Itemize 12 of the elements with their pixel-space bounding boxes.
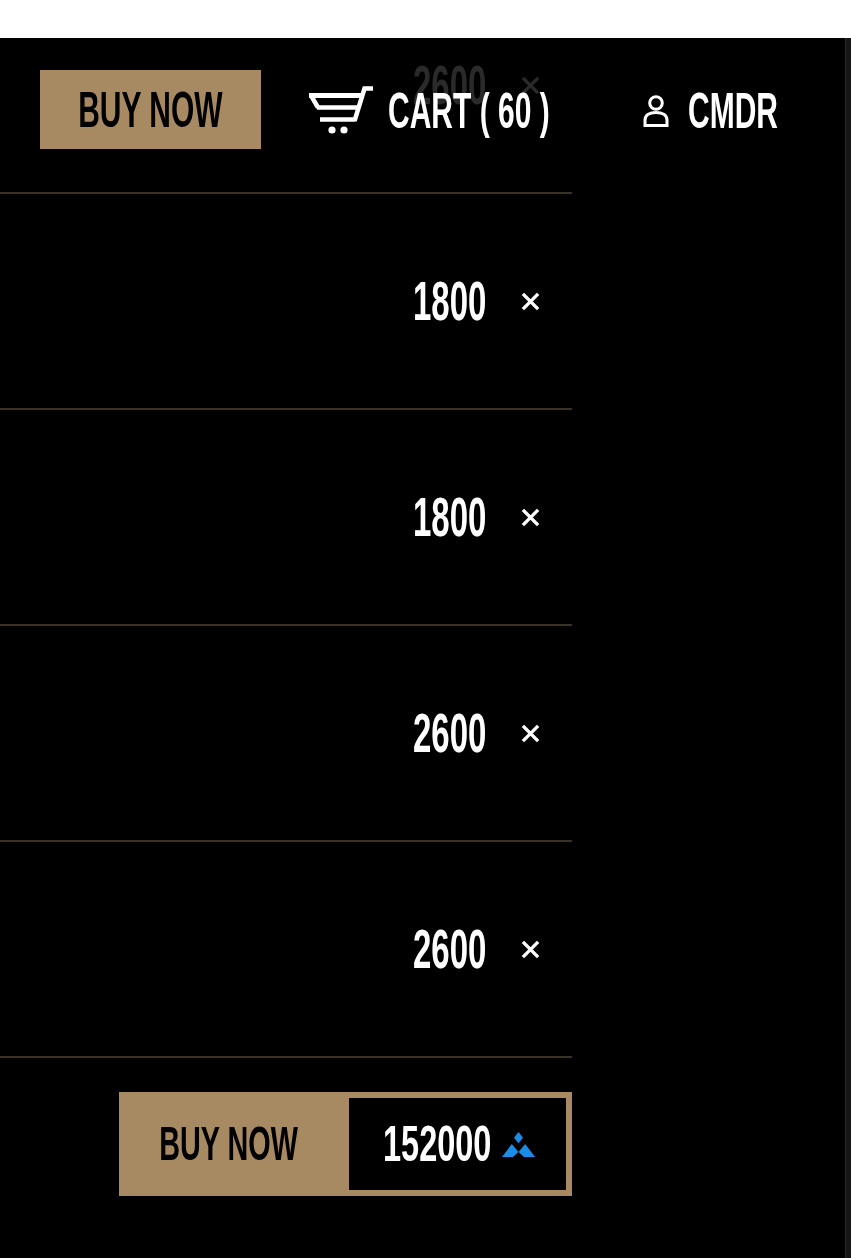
- total-price: 152000: [383, 1126, 492, 1162]
- account-link[interactable]: CMDR: [688, 94, 778, 128]
- item-price: 2600: [412, 929, 486, 969]
- item-price: 1800: [412, 281, 486, 321]
- logo-icon: [502, 1131, 535, 1157]
- cart-icon[interactable]: [309, 85, 373, 134]
- user-icon[interactable]: [643, 95, 669, 127]
- buy-now-button[interactable]: BUY NOW: [40, 70, 261, 149]
- scrollbar[interactable]: [845, 38, 851, 1258]
- item-price: 2600: [412, 713, 486, 753]
- item-price: 1800: [412, 497, 486, 537]
- buy-now-button[interactable]: BUY NOW 152000: [119, 1092, 572, 1196]
